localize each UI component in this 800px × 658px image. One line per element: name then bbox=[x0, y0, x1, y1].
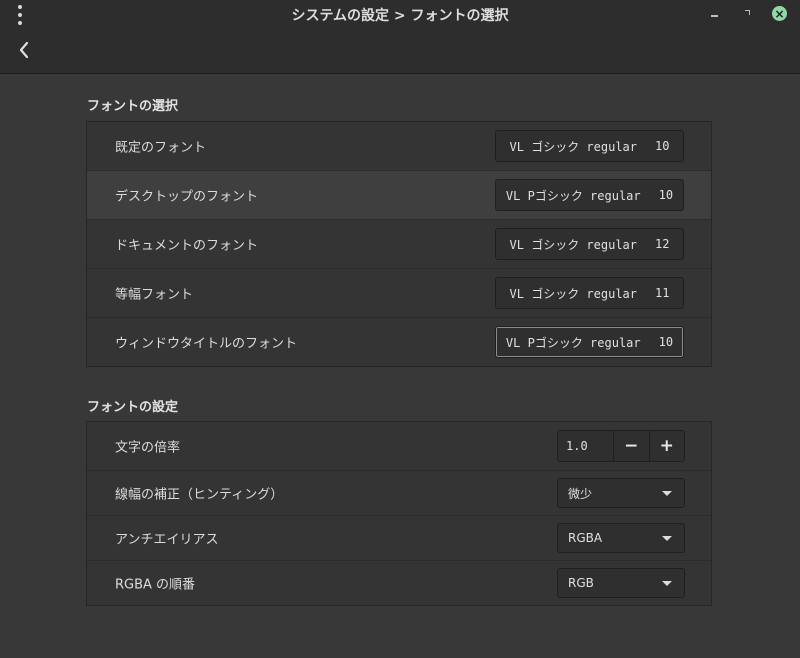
back-button[interactable] bbox=[14, 39, 34, 61]
row-label: アンチエイリアス bbox=[115, 532, 219, 548]
maximize-icon[interactable] bbox=[741, 6, 755, 20]
row-antialiasing: アンチエイリアス RGBA bbox=[87, 516, 711, 561]
font-settings-heading: フォントの設定 bbox=[87, 400, 179, 415]
chevron-down-icon bbox=[662, 536, 672, 541]
window-title-font-button[interactable]: VL Pゴシック regular 10 bbox=[495, 326, 684, 358]
row-rgba-order: RGBA の順番 RGB bbox=[87, 561, 711, 605]
chevron-left-icon bbox=[19, 41, 29, 59]
text-scale-input[interactable]: 1.0 bbox=[558, 431, 614, 461]
hinting-dropdown[interactable]: 微少 bbox=[557, 478, 685, 508]
font-size: 10 bbox=[658, 188, 674, 202]
row-label: デスクトップのフォント bbox=[115, 189, 259, 205]
chevron-down-icon bbox=[662, 581, 672, 586]
row-label: ウィンドウタイトルのフォント bbox=[115, 336, 298, 352]
close-icon[interactable]: × bbox=[772, 6, 787, 21]
font-size: 11 bbox=[655, 286, 670, 300]
row-label: RGBA の順番 bbox=[115, 577, 196, 593]
row-label: 文字の倍率 bbox=[115, 440, 181, 456]
antialiasing-dropdown[interactable]: RGBA bbox=[557, 523, 685, 553]
desktop-font-button[interactable]: VL Pゴシック regular 10 bbox=[495, 179, 684, 211]
font-selection-heading: フォントの選択 bbox=[87, 99, 179, 114]
row-label: ドキュメントのフォント bbox=[115, 238, 259, 254]
row-document-font: ドキュメントのフォント VL ゴシック regular 12 bbox=[87, 220, 711, 269]
font-size: 10 bbox=[658, 335, 674, 349]
font-name: VL Pゴシック regular bbox=[505, 335, 641, 350]
dropdown-value: RGBA bbox=[568, 531, 603, 545]
row-window-title-font: ウィンドウタイトルのフォント VL Pゴシック regular 10 bbox=[87, 318, 711, 366]
title-bar: システムの設定 > フォントの選択 × bbox=[0, 0, 800, 74]
font-name: VL ゴシック regular bbox=[509, 139, 638, 154]
rgba-order-dropdown[interactable]: RGB bbox=[557, 568, 685, 598]
window-title: システムの設定 > フォントの選択 bbox=[291, 8, 509, 24]
decrease-button[interactable]: − bbox=[614, 431, 649, 461]
row-text-scale: 文字の倍率 1.0 − + bbox=[87, 422, 711, 471]
font-name: VL ゴシック regular bbox=[509, 237, 638, 252]
font-selection-panel: 既定のフォント VL ゴシック regular 10 デスクトップのフォント V… bbox=[86, 121, 712, 367]
row-label: 等幅フォント bbox=[115, 287, 194, 303]
row-hinting: 線幅の補正（ヒンティング） 微少 bbox=[87, 471, 711, 516]
row-default-font: 既定のフォント VL ゴシック regular 10 bbox=[87, 122, 711, 171]
font-name: VL Pゴシック regular bbox=[505, 188, 641, 203]
chevron-down-icon bbox=[662, 491, 672, 496]
document-font-button[interactable]: VL ゴシック regular 12 bbox=[495, 228, 684, 260]
row-label: 既定のフォント bbox=[115, 140, 207, 156]
font-size: 12 bbox=[655, 237, 670, 251]
font-settings-panel: 文字の倍率 1.0 − + 線幅の補正（ヒンティング） 微少 アンチエイリアス … bbox=[86, 421, 712, 606]
row-label: 線幅の補正（ヒンティング） bbox=[115, 487, 284, 503]
dropdown-value: RGB bbox=[568, 576, 594, 590]
row-monospace-font: 等幅フォント VL ゴシック regular 11 bbox=[87, 269, 711, 318]
monospace-font-button[interactable]: VL ゴシック regular 11 bbox=[495, 277, 684, 309]
row-desktop-font: デスクトップのフォント VL Pゴシック regular 10 bbox=[87, 171, 711, 220]
font-size: 10 bbox=[655, 139, 670, 153]
default-font-button[interactable]: VL ゴシック regular 10 bbox=[495, 130, 684, 162]
increase-button[interactable]: + bbox=[648, 431, 685, 461]
minimize-icon[interactable] bbox=[708, 6, 722, 20]
text-scale-spinner: 1.0 − + bbox=[557, 430, 685, 462]
font-name: VL ゴシック regular bbox=[509, 286, 638, 301]
dropdown-value: 微少 bbox=[568, 486, 593, 501]
